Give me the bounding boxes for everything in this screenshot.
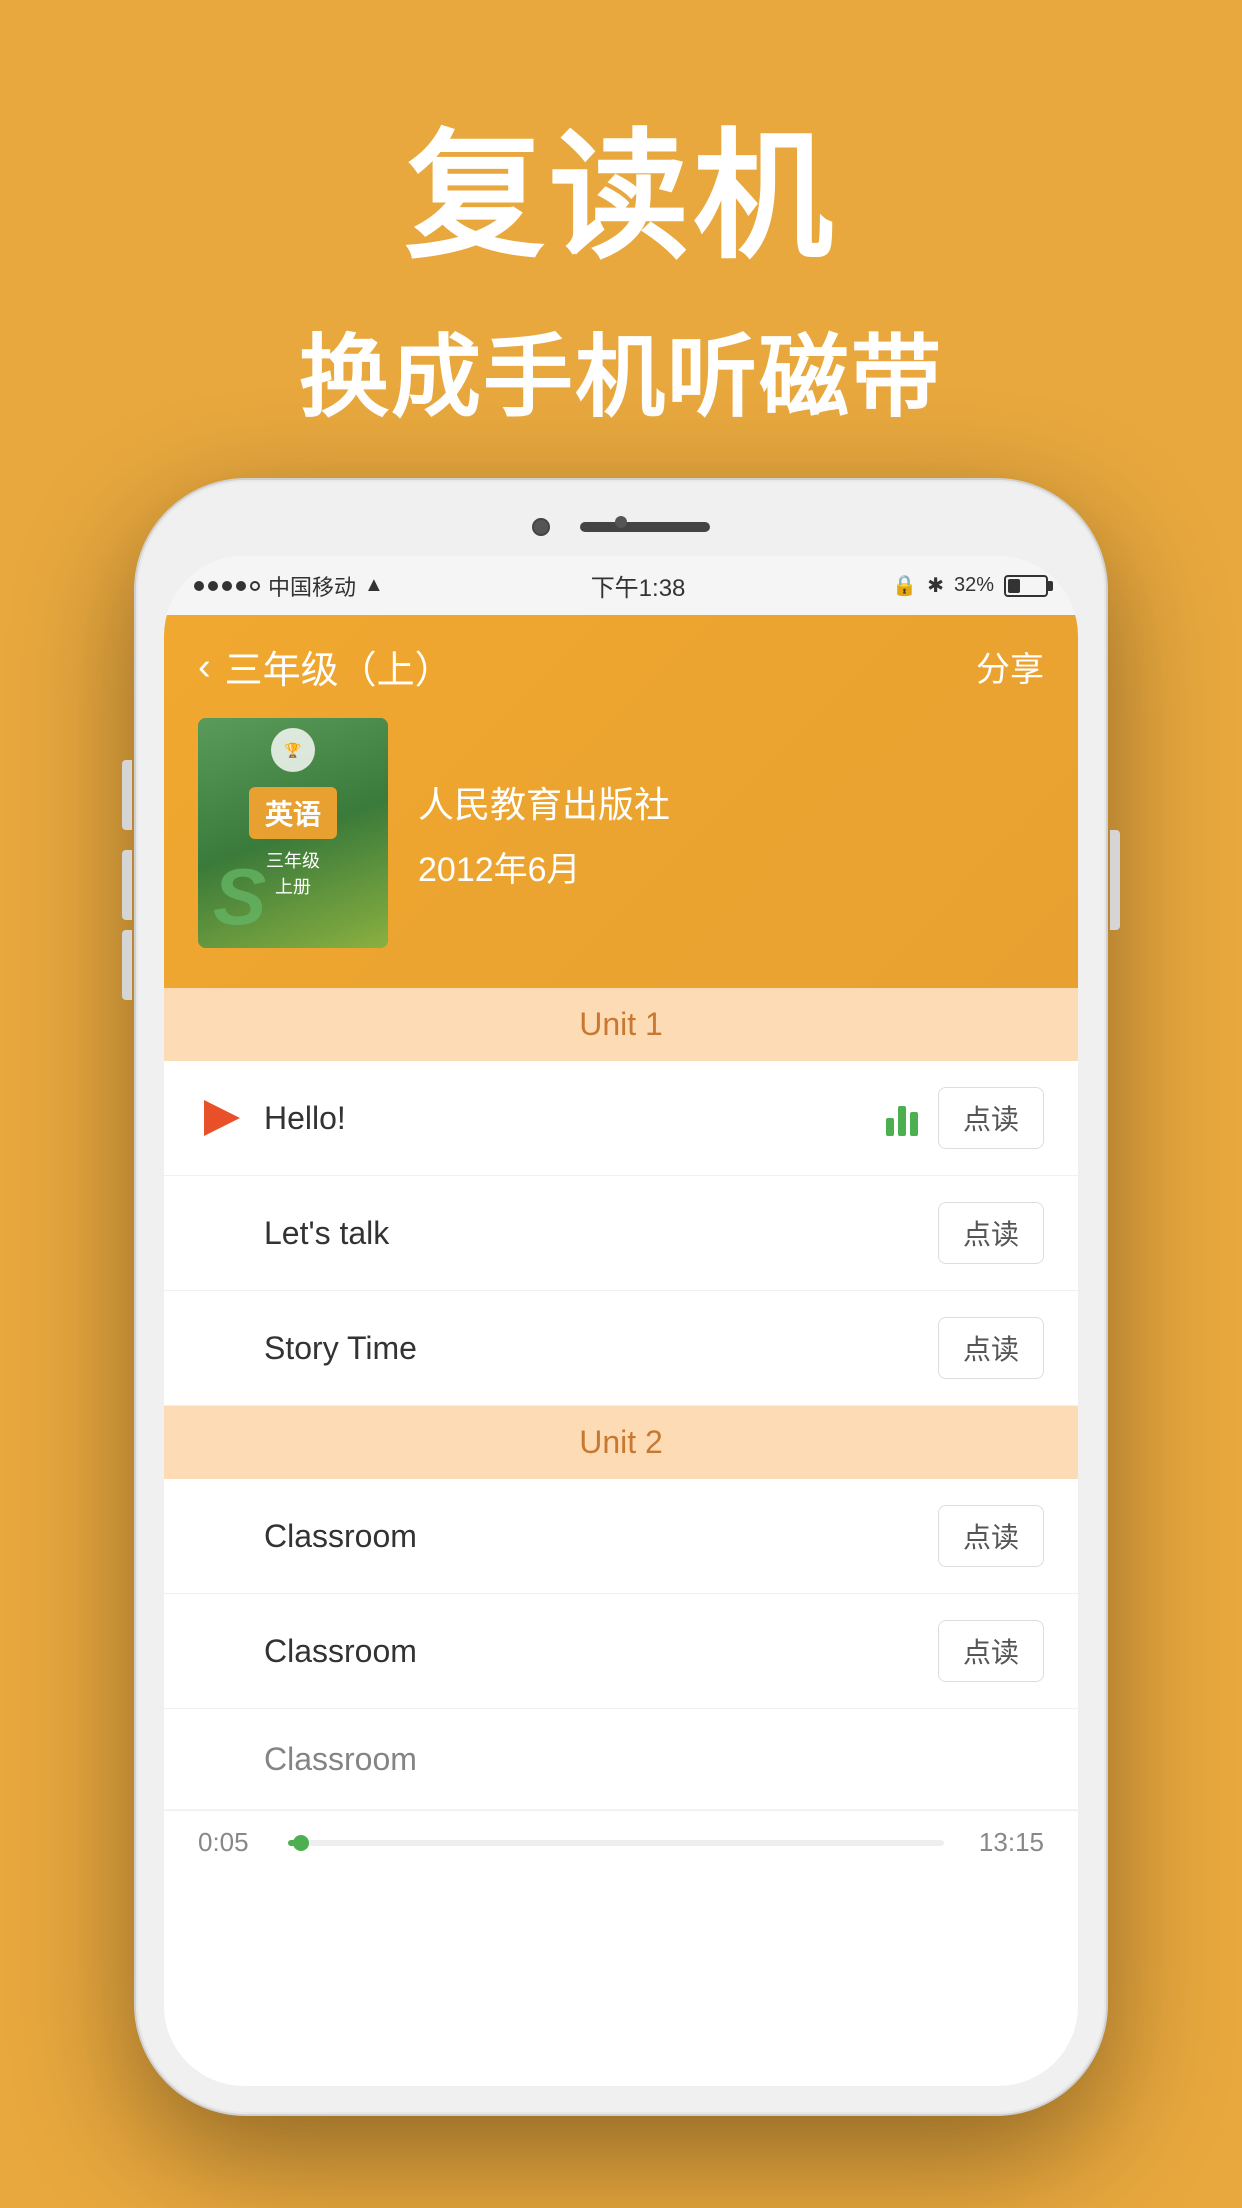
status-bar: 中国移动 ▲ 下午1:38 🔒 ✱ 32% [164,556,1078,615]
battery-percent: 32% [954,574,994,597]
play-triangle-icon [204,1100,240,1136]
book-cover-subtitle: 三年级上册 [266,847,320,899]
list-item: Classroom [164,1709,1078,1810]
back-arrow-icon: ‹ [198,648,211,686]
bar-1 [886,1118,894,1136]
signal-dot-4 [236,581,246,591]
app-nav: ‹ 三年级（上） 分享 [198,639,1044,694]
bluetooth-icon: ✱ [927,573,944,598]
item-title: Hello! [264,1100,886,1137]
signal-dot-3 [222,581,232,591]
book-info: 🏆 英语 三年级上册 S 人民教育出版社 2012年6月 [198,718,1044,968]
unit-2-label: Unit 2 [579,1424,663,1460]
placeholder-icon [198,1735,246,1783]
item-title: Story Time [264,1330,938,1367]
unit-1-header: Unit 1 [164,988,1078,1061]
status-left: 中国移动 ▲ [194,570,384,602]
carrier-label: 中国移动 [268,570,356,602]
signal-dot-5 [250,581,260,591]
diandu-button[interactable]: 点读 [938,1505,1044,1567]
player-progress-bar[interactable] [288,1840,944,1846]
diandu-button[interactable]: 点读 [938,1202,1044,1264]
pub-date: 2012年6月 [418,842,670,891]
phone-frame: 中国移动 ▲ 下午1:38 🔒 ✱ 32% ‹ [136,480,1106,2114]
player-progress-dot [293,1835,309,1851]
placeholder-icon [198,1324,246,1372]
back-button[interactable]: ‹ 三年级（上） [198,639,453,694]
book-details: 人民教育出版社 2012年6月 [418,776,670,891]
book-cover-decoration: S [213,851,266,943]
placeholder-icon [198,1209,246,1257]
list-item: Classroom 点读 [164,1479,1078,1594]
share-button[interactable]: 分享 [976,642,1044,691]
item-title: Let's talk [264,1215,938,1252]
item-title: Classroom [264,1633,938,1670]
unit-2-header: Unit 2 [164,1406,1078,1479]
diandu-button[interactable]: 点读 [938,1317,1044,1379]
bar-2 [898,1106,906,1136]
front-camera [532,518,550,536]
nav-title: 三年级（上） [225,639,453,694]
bar-3 [910,1112,918,1136]
phone-speaker [580,522,710,532]
content-list: Unit 1 Hello! 点读 [164,988,1078,1810]
phone-top-bar [164,508,1078,556]
bottom-player: 0:05 13:15 [164,1810,1078,1874]
status-time: 下午1:38 [591,568,686,603]
signal-dot-1 [194,581,204,591]
player-current-time: 0:05 [198,1827,268,1858]
list-item: Story Time 点读 [164,1291,1078,1406]
unit-1-label: Unit 1 [579,1006,663,1042]
placeholder-icon [198,1627,246,1675]
item-title: Classroom [264,1741,1044,1778]
placeholder-icon [198,1512,246,1560]
status-right: 🔒 ✱ 32% [892,573,1048,598]
book-badge: 🏆 [271,728,315,772]
phone-wrapper: 中国移动 ▲ 下午1:38 🔒 ✱ 32% ‹ [136,480,1106,2114]
battery-fill [1008,579,1020,593]
phone-dot [615,516,627,528]
app-header: ‹ 三年级（上） 分享 🏆 英语 三年级上册 S [164,615,1078,988]
signal-dots [194,581,260,591]
diandu-button[interactable]: 点读 [938,1087,1044,1149]
hero-subtitle: 换成手机听磁带 [0,304,1242,434]
list-item: Classroom 点读 [164,1594,1078,1709]
signal-dot-2 [208,581,218,591]
bars-icon [886,1100,918,1136]
battery-icon [1004,575,1048,597]
book-cover-inner: 🏆 英语 三年级上册 S [198,718,388,948]
wifi-icon: ▲ [364,574,384,597]
list-item: Let's talk 点读 [164,1176,1078,1291]
list-item: Hello! 点读 [164,1061,1078,1176]
book-cover: 🏆 英语 三年级上册 S [198,718,388,948]
item-title: Classroom [264,1518,938,1555]
publisher-name: 人民教育出版社 [418,776,670,828]
diandu-button[interactable]: 点读 [938,1620,1044,1682]
player-total-time: 13:15 [964,1827,1044,1858]
phone-screen: 中国移动 ▲ 下午1:38 🔒 ✱ 32% ‹ [164,556,1078,2086]
book-cover-title: 英语 [249,787,337,839]
play-icon [198,1094,246,1142]
lock-icon: 🔒 [892,573,917,598]
hero-title: 复读机 [0,120,1242,274]
hero-section: 复读机 换成手机听磁带 [0,0,1242,494]
